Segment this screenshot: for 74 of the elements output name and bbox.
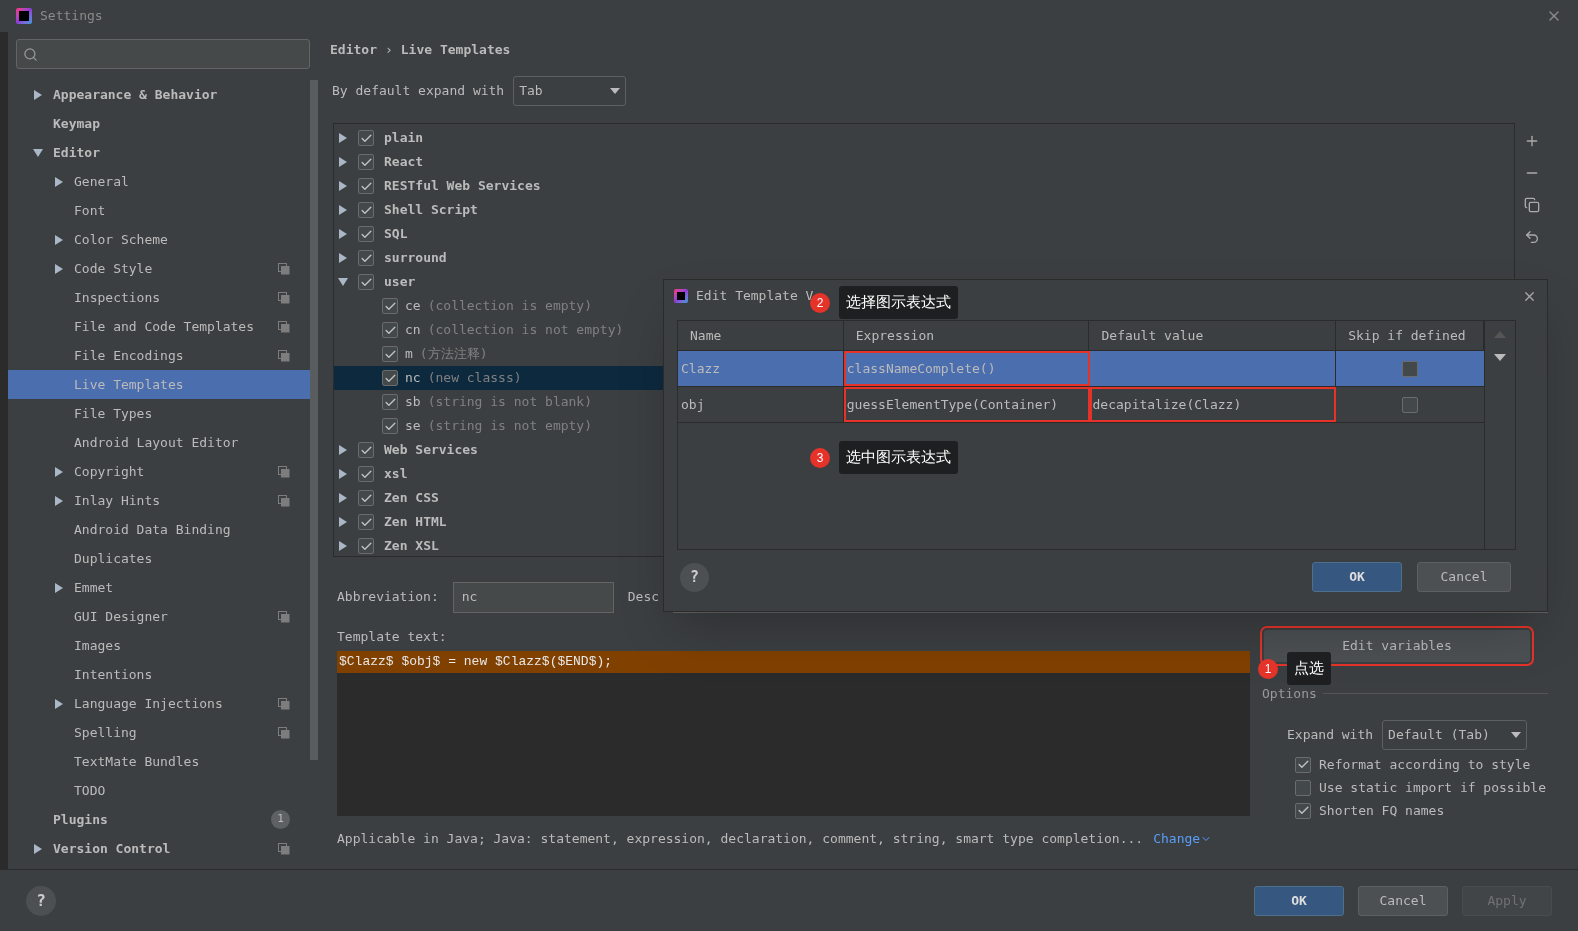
code-line: $Clazz$ $obj$ = new $Clazz$($END$); (339, 652, 613, 671)
group-label: user (384, 273, 416, 292)
field-label: By default expand with (332, 82, 505, 101)
template-description: (string is not blank) (427, 393, 593, 412)
group-label: Zen HTML (384, 513, 447, 532)
group-label: xsl (384, 465, 408, 484)
group-label: SQL (384, 225, 408, 244)
group-label: Zen XSL (384, 537, 439, 556)
section-label: Options (1262, 685, 1317, 703)
field-label: Expand with (1287, 725, 1374, 744)
table-cell: classNameComplete() (843, 351, 1090, 386)
sidebar-label: General (74, 172, 130, 191)
sidebar-label: Android Layout Editor (74, 433, 240, 452)
sidebar-label: Copyright (74, 462, 146, 481)
sidebar-label: Inspections (74, 288, 162, 307)
template-description: (collection is not empty) (427, 321, 624, 340)
callout-tooltip: 选中图示表达式 (839, 441, 958, 474)
checkbox-label: Shorten FQ names (1319, 801, 1445, 820)
checkbox-label: Use static import if possible (1319, 778, 1546, 797)
sidebar-label: Code Style (74, 259, 154, 278)
sidebar-label: File Types (74, 404, 154, 423)
checkbox-label: Reformat according to style (1319, 755, 1531, 774)
field-label: Desc (627, 588, 660, 607)
sidebar-label: Intentions (74, 665, 154, 684)
sidebar-label: Plugins (53, 810, 109, 829)
sidebar-label: Live Templates (74, 375, 185, 394)
template-abbreviation: ce (405, 297, 421, 316)
template-description: (new classs) (427, 369, 522, 388)
template-abbreviation: sb (405, 393, 421, 412)
table-cell: guessElementType(Container) (843, 387, 1090, 422)
group-label: React (384, 153, 424, 172)
table-cell: decapitalize(Clazz) (1089, 387, 1337, 422)
template-description: (string is not empty) (427, 417, 593, 436)
breadcrumb-separator: › (384, 41, 393, 60)
template-abbreviation: nc (405, 369, 421, 388)
applicable-context-text: Applicable in Java; Java: statement, expression, declaration, comment, string, smart type completion... (337, 829, 1144, 848)
sidebar-label: Language Injections (74, 694, 224, 713)
group-label: Zen CSS (384, 489, 439, 508)
sidebar-label: Version Control (53, 839, 172, 858)
sidebar-label: Inlay Hints (74, 491, 162, 510)
sidebar-label: TextMate Bundles (74, 752, 201, 771)
sidebar-label: TODO (74, 781, 107, 800)
field-label: Template text: (337, 628, 448, 646)
sidebar-label: File and Code Templates (74, 317, 255, 336)
count-badge: 1 (271, 810, 290, 829)
sidebar-label: Keymap (53, 114, 101, 133)
sidebar-label: Spelling (74, 723, 138, 742)
table-cell: obj (678, 387, 844, 422)
group-label: Web Services (384, 441, 478, 460)
step-number-badge: 1 (1258, 658, 1278, 679)
group-label: surround (384, 249, 447, 268)
sidebar-label: Font (74, 201, 107, 220)
sidebar-label: Color Scheme (74, 230, 169, 249)
sidebar-label: Editor (53, 143, 101, 162)
sidebar-label: Images (74, 636, 122, 655)
group-label: plain (384, 129, 424, 148)
template-abbreviation: m (405, 345, 413, 364)
template-description: (方法注释) (419, 345, 488, 364)
window-title: Settings (40, 7, 103, 26)
sidebar-label: Appearance & Behavior (53, 85, 219, 104)
sidebar-label: Android Data Binding (74, 520, 232, 539)
group-label: RESTful Web Services (384, 177, 541, 196)
group-label: Shell Script (384, 201, 478, 220)
sidebar-label: File Encodings (74, 346, 185, 365)
template-abbreviation: se (405, 417, 421, 436)
sidebar-label: GUI Designer (74, 607, 169, 626)
sidebar-label: Emmet (74, 578, 115, 597)
table-cell: Clazz (678, 351, 844, 386)
sidebar-label: Duplicates (74, 549, 154, 568)
callout-tooltip: 选择图示表达式 (839, 286, 958, 319)
field-label: Abbreviation: (337, 588, 439, 607)
callout-tooltip: 点选 (1287, 652, 1331, 685)
template-abbreviation: cn (405, 321, 421, 340)
template-description: (collection is empty) (427, 297, 593, 316)
